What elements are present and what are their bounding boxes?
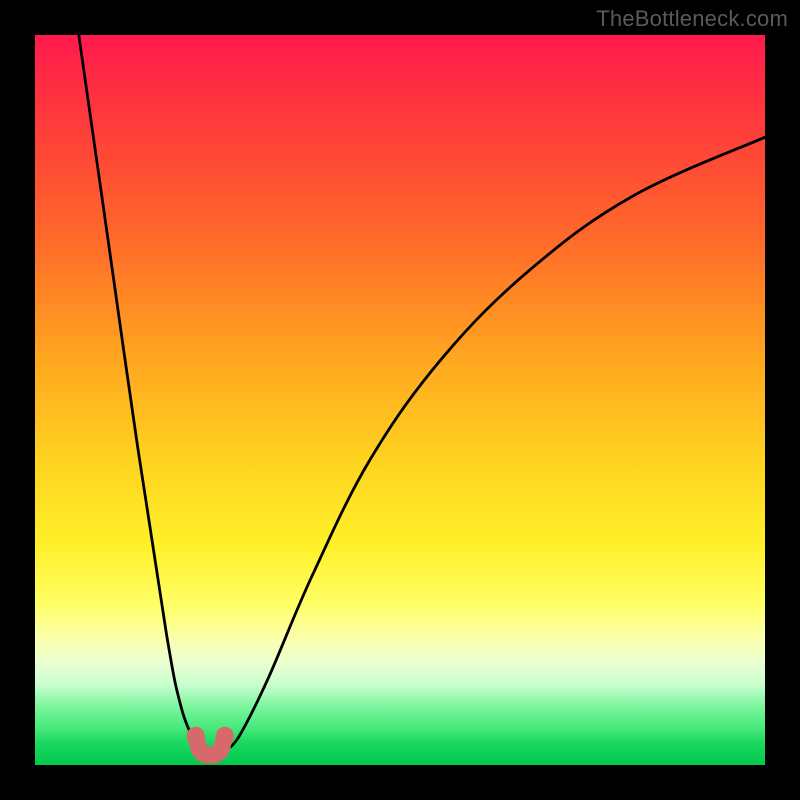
curve-layer [79,35,765,750]
watermark-text: TheBottleneck.com [596,6,788,32]
trough-marker-endcap [216,727,234,745]
chart-frame: TheBottleneck.com [0,0,800,800]
trough-marker-layer [187,727,234,755]
chart-svg [35,35,765,765]
curve-right-branch [225,137,765,750]
plot-area [35,35,765,765]
curve-left-branch [79,35,203,750]
trough-marker-endcap [187,727,205,745]
